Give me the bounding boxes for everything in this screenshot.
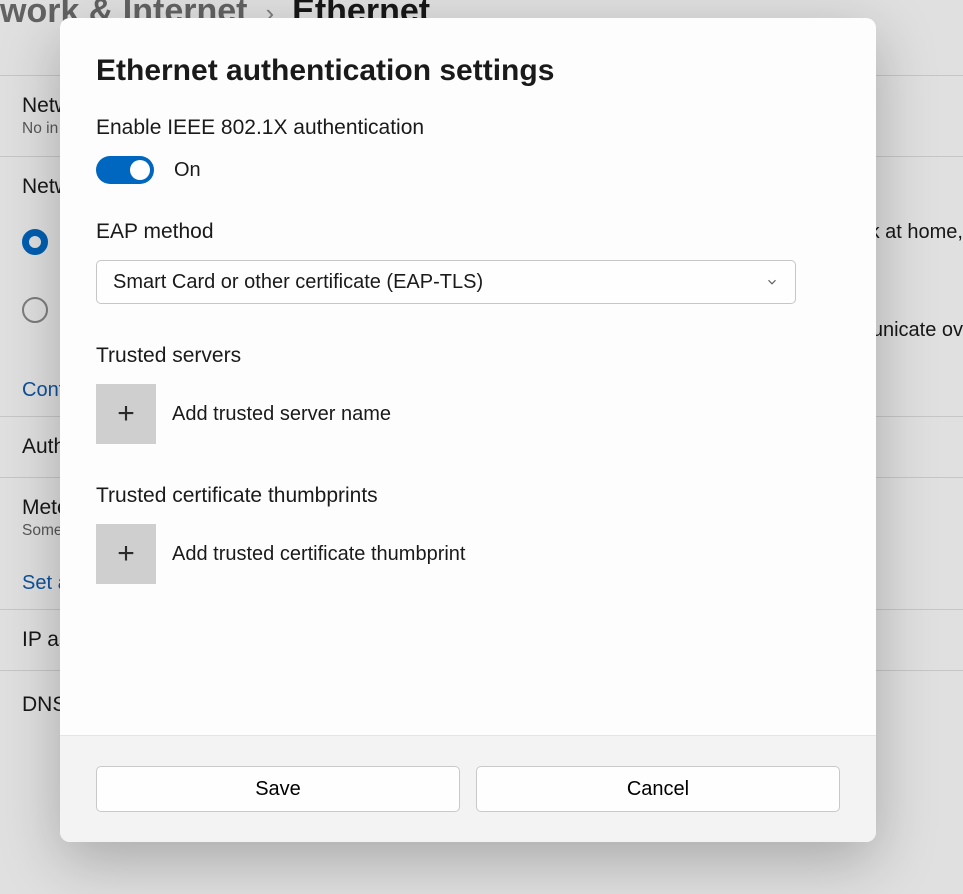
add-trusted-server-label: Add trusted server name [172,403,391,426]
eap-method-label: EAP method [96,220,840,244]
plus-icon: + [117,537,135,571]
add-thumbprint-label: Add trusted certificate thumbprint [172,543,465,566]
save-button[interactable]: Save [96,766,460,812]
toggle-knob-icon [130,160,150,180]
plus-icon: + [117,397,135,431]
add-trusted-server-button[interactable]: + [96,384,156,444]
eap-method-value: Smart Card or other certificate (EAP-TLS… [113,271,483,294]
ethernet-auth-dialog: Ethernet authentication settings Enable … [60,18,876,842]
dialog-footer: Save Cancel [60,735,876,842]
trusted-servers-label: Trusted servers [96,344,840,368]
dialog-title: Ethernet authentication settings [96,54,840,88]
enable-8021x-label: Enable IEEE 802.1X authentication [96,116,840,140]
toggle-state-text: On [174,159,201,182]
chevron-down-icon [765,275,779,289]
enable-8021x-toggle[interactable] [96,156,154,184]
thumbprints-label: Trusted certificate thumbprints [96,484,840,508]
eap-method-select[interactable]: Smart Card or other certificate (EAP-TLS… [96,260,796,304]
add-thumbprint-button[interactable]: + [96,524,156,584]
cancel-button[interactable]: Cancel [476,766,840,812]
